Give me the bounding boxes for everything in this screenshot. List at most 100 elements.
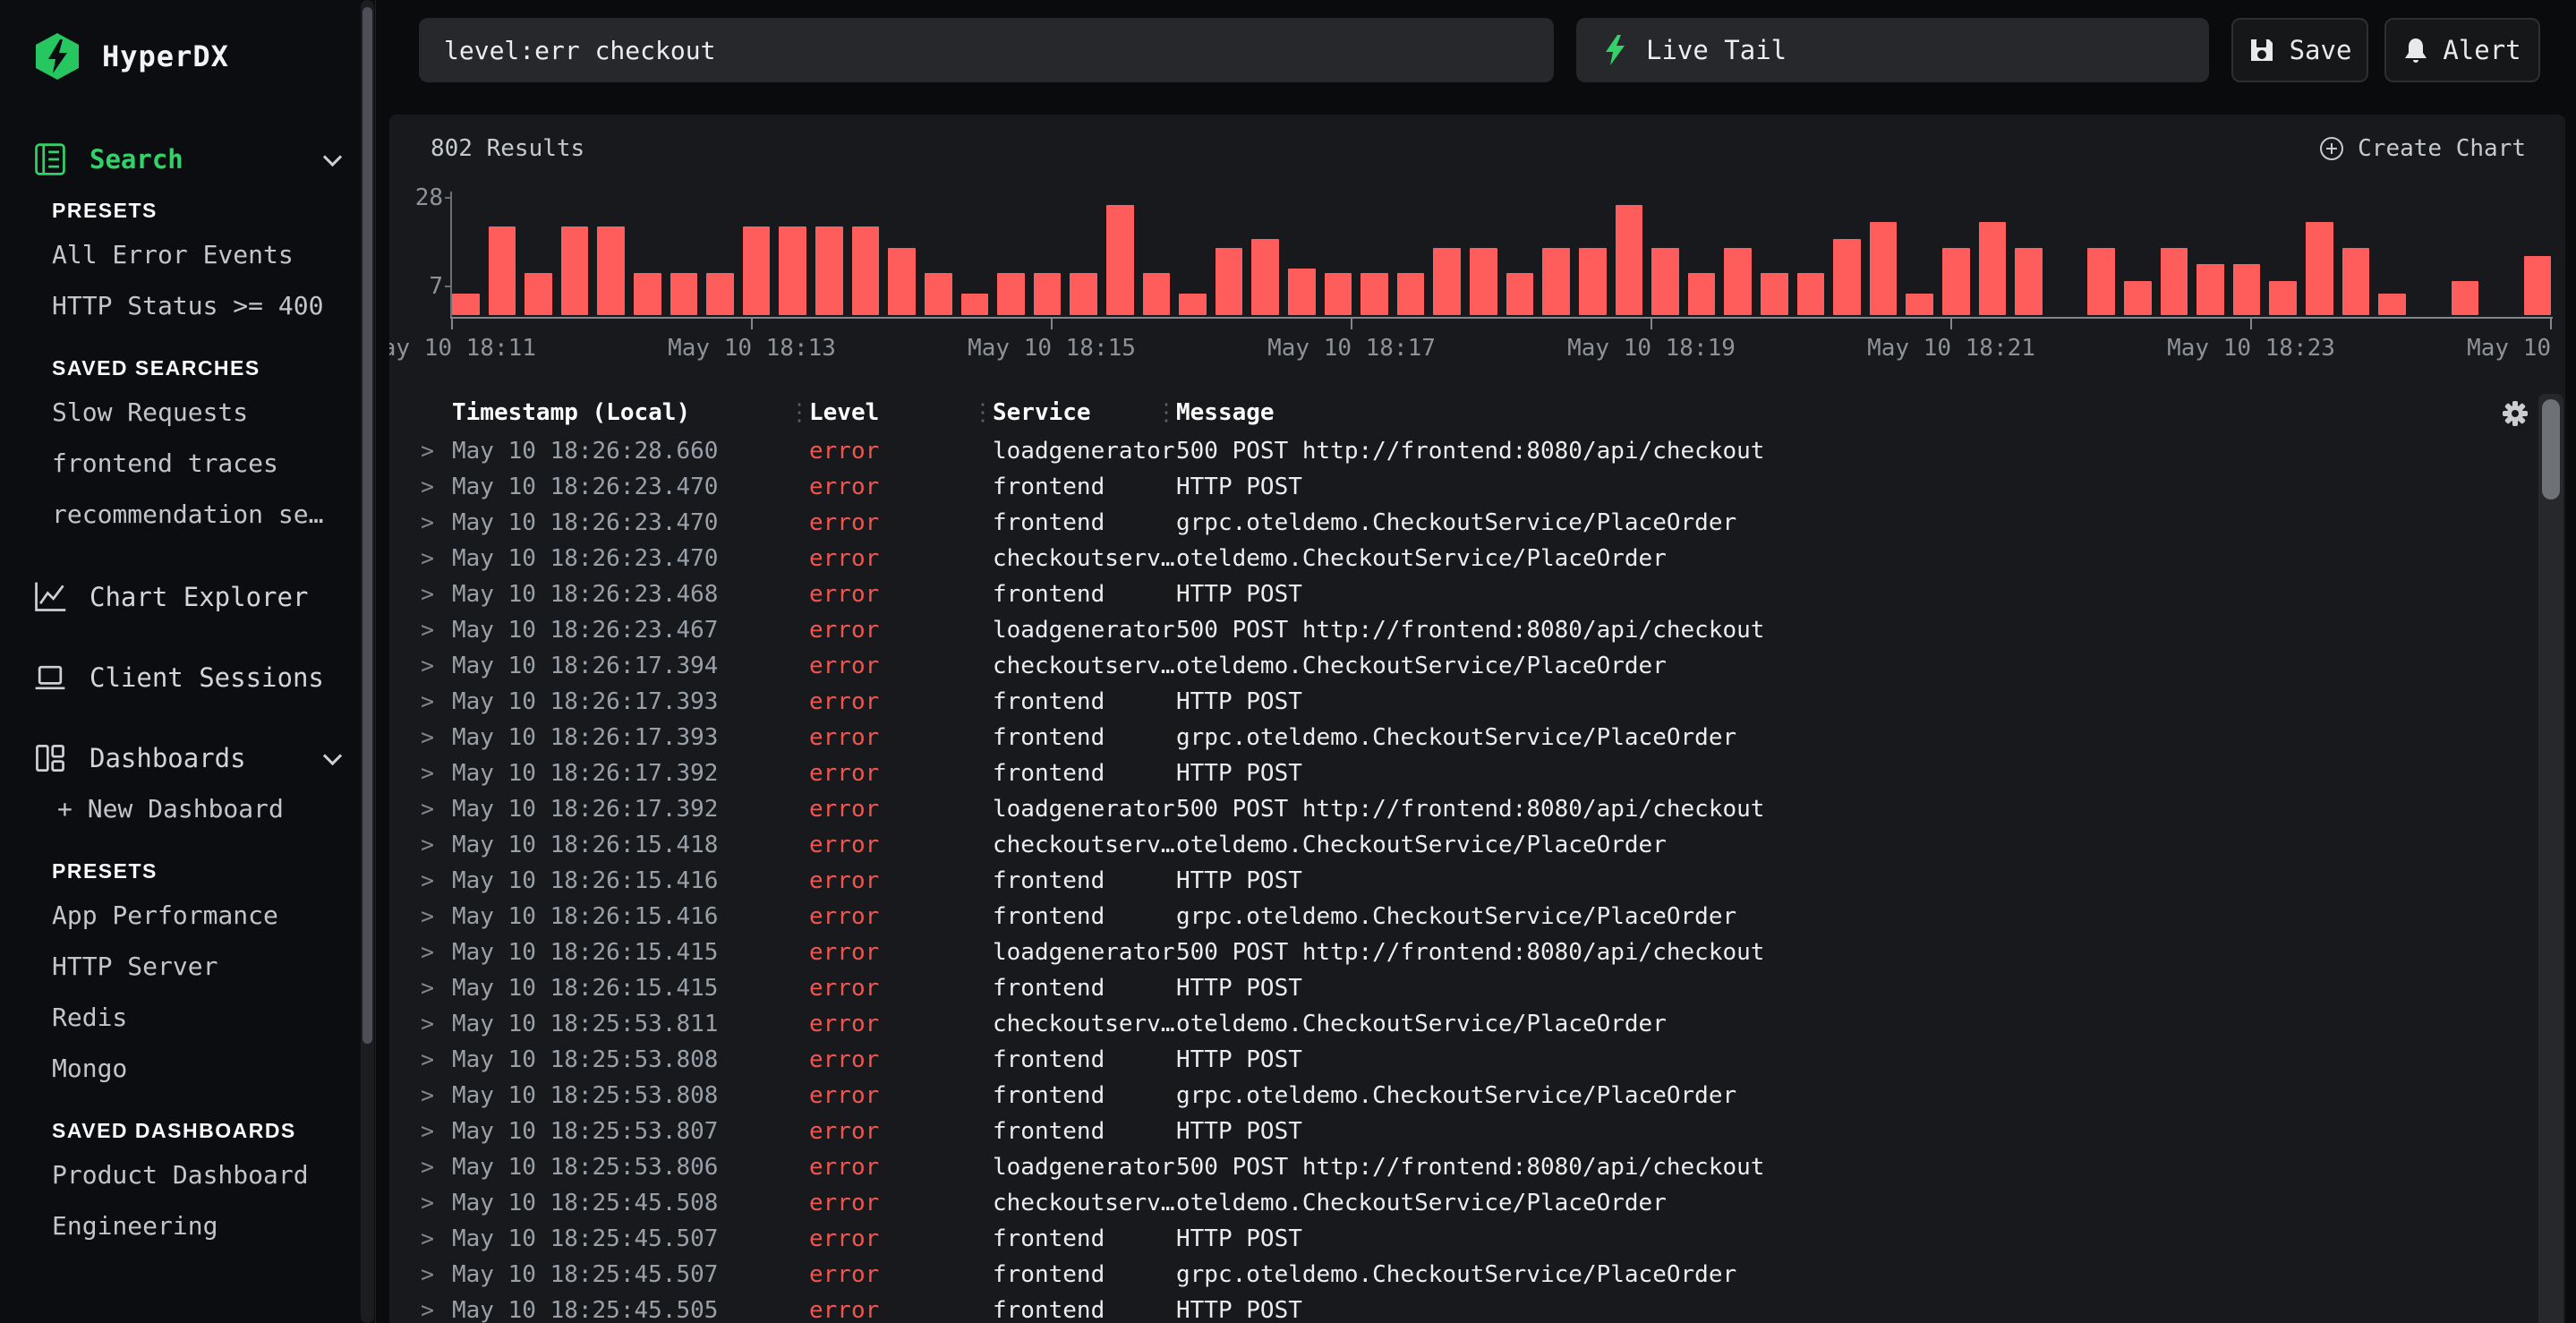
histogram-bar[interactable] xyxy=(961,294,989,315)
column-header-service[interactable]: Service xyxy=(971,399,1155,426)
table-row[interactable]: May 10 18:25:45.508 error checkoutserv… … xyxy=(389,1185,2565,1221)
table-scrollbar[interactable] xyxy=(2538,394,2563,1323)
table-row[interactable]: May 10 18:26:15.415 error loadgenerator … xyxy=(389,935,2565,970)
table-row[interactable]: May 10 18:26:15.416 error frontend grpc.… xyxy=(389,899,2565,935)
table-row[interactable]: May 10 18:25:53.806 error loadgenerator … xyxy=(389,1149,2565,1185)
sidebar-item-search[interactable]: Search xyxy=(0,134,375,184)
histogram-bar[interactable] xyxy=(1616,205,1643,315)
histogram-bar[interactable] xyxy=(1034,273,1062,315)
row-expand-chevron-icon[interactable] xyxy=(421,867,452,894)
table-row[interactable]: May 10 18:26:23.470 error frontend grpc.… xyxy=(389,505,2565,541)
column-drag-icon[interactable] xyxy=(1155,399,1178,426)
table-row[interactable]: May 10 18:26:17.392 error loadgenerator … xyxy=(389,791,2565,827)
table-row[interactable]: May 10 18:26:15.418 error checkoutserv… … xyxy=(389,827,2565,863)
sidebar-item-saved-dashboard[interactable]: Product Dashboard xyxy=(0,1149,375,1200)
histogram-bar[interactable] xyxy=(1470,248,1497,315)
histogram-bar[interactable] xyxy=(2015,248,2043,315)
row-expand-chevron-icon[interactable] xyxy=(421,975,452,1002)
histogram-bar[interactable] xyxy=(743,226,771,315)
row-expand-chevron-icon[interactable] xyxy=(421,1261,452,1288)
table-row[interactable]: May 10 18:26:17.393 error frontend grpc.… xyxy=(389,720,2565,755)
table-row[interactable]: May 10 18:25:45.507 error frontend HTTP … xyxy=(389,1221,2565,1257)
histogram-bar[interactable] xyxy=(2233,264,2261,315)
row-expand-chevron-icon[interactable] xyxy=(421,1011,452,1037)
sidebar-item-preset-dashboard[interactable]: HTTP Server xyxy=(0,941,375,992)
histogram-bar[interactable] xyxy=(561,226,589,315)
row-expand-chevron-icon[interactable] xyxy=(421,509,452,536)
table-row[interactable]: May 10 18:25:45.505 error frontend HTTP … xyxy=(389,1293,2565,1323)
app-logo[interactable]: HyperDX xyxy=(32,30,375,82)
sidebar-scrollbar-thumb[interactable] xyxy=(363,7,372,1044)
sidebar-item-saved-search[interactable]: frontend traces xyxy=(0,438,375,489)
table-row[interactable]: May 10 18:25:45.507 error frontend grpc.… xyxy=(389,1257,2565,1293)
histogram-bar[interactable] xyxy=(1251,239,1279,315)
histogram-bar[interactable] xyxy=(2269,281,2297,315)
row-expand-chevron-icon[interactable] xyxy=(421,617,452,644)
histogram-bar[interactable] xyxy=(706,273,734,315)
gear-icon[interactable] xyxy=(2501,399,2529,428)
sidebar-item-preset-dashboard[interactable]: Redis xyxy=(0,992,375,1043)
row-expand-chevron-icon[interactable] xyxy=(421,474,452,500)
table-scrollbar-thumb[interactable] xyxy=(2542,399,2560,499)
histogram-bar[interactable] xyxy=(2161,248,2188,315)
histogram-bar[interactable] xyxy=(1215,248,1243,315)
table-row[interactable]: May 10 18:26:23.470 error frontend HTTP … xyxy=(389,469,2565,505)
histogram-bar[interactable] xyxy=(1979,222,2007,315)
table-row[interactable]: May 10 18:26:23.468 error frontend HTTP … xyxy=(389,576,2565,612)
histogram-bar[interactable] xyxy=(997,273,1025,315)
row-expand-chevron-icon[interactable] xyxy=(421,438,452,465)
alert-button[interactable]: Alert xyxy=(2384,18,2540,82)
histogram-bar[interactable] xyxy=(1688,273,1716,315)
row-expand-chevron-icon[interactable] xyxy=(421,1082,452,1109)
row-expand-chevron-icon[interactable] xyxy=(421,1297,452,1323)
row-expand-chevron-icon[interactable] xyxy=(421,1190,452,1216)
table-row[interactable]: May 10 18:25:53.808 error frontend HTTP … xyxy=(389,1042,2565,1078)
table-row[interactable]: May 10 18:26:15.415 error frontend HTTP … xyxy=(389,970,2565,1006)
row-expand-chevron-icon[interactable] xyxy=(421,545,452,572)
histogram-bar[interactable] xyxy=(452,294,480,315)
histogram-bar[interactable] xyxy=(1506,273,1534,315)
column-header-level[interactable]: Level xyxy=(788,399,971,426)
histogram-bar[interactable] xyxy=(1761,273,1788,315)
histogram-bar[interactable] xyxy=(1542,248,1570,315)
table-row[interactable]: May 10 18:26:17.392 error frontend HTTP … xyxy=(389,755,2565,791)
histogram-bar[interactable] xyxy=(1651,248,1679,315)
histogram-bar[interactable] xyxy=(2524,256,2552,315)
histogram-bar[interactable] xyxy=(1724,248,1752,315)
table-row[interactable]: May 10 18:26:17.393 error frontend HTTP … xyxy=(389,684,2565,720)
sidebar-item-preset-dashboard[interactable]: Mongo xyxy=(0,1043,375,1094)
histogram-bar[interactable] xyxy=(925,273,952,315)
histogram-bar[interactable] xyxy=(2306,222,2333,315)
histogram-bar[interactable] xyxy=(1361,273,1388,315)
histogram-bar[interactable] xyxy=(1325,273,1352,315)
row-expand-chevron-icon[interactable] xyxy=(421,581,452,608)
histogram-bar[interactable] xyxy=(1906,294,1933,315)
histogram-bar[interactable] xyxy=(852,226,880,315)
table-row[interactable]: May 10 18:26:15.416 error frontend HTTP … xyxy=(389,863,2565,899)
histogram-bar[interactable] xyxy=(1942,248,1970,315)
row-expand-chevron-icon[interactable] xyxy=(421,1118,452,1145)
sidebar-item-saved-search[interactable]: Slow Requests xyxy=(0,387,375,438)
row-expand-chevron-icon[interactable] xyxy=(421,939,452,966)
row-expand-chevron-icon[interactable] xyxy=(421,688,452,715)
histogram-bar[interactable] xyxy=(2452,281,2479,315)
row-expand-chevron-icon[interactable] xyxy=(421,832,452,858)
sidebar-item-preset-search[interactable]: HTTP Status >= 400 xyxy=(0,280,375,331)
table-row[interactable]: May 10 18:26:28.660 error loadgenerator … xyxy=(389,433,2565,469)
row-expand-chevron-icon[interactable] xyxy=(421,1046,452,1073)
histogram-bar[interactable] xyxy=(1143,273,1171,315)
row-expand-chevron-icon[interactable] xyxy=(421,760,452,787)
table-row[interactable]: May 10 18:25:53.808 error frontend grpc.… xyxy=(389,1078,2565,1114)
histogram-bar[interactable] xyxy=(489,226,516,315)
histogram-bar[interactable] xyxy=(1106,205,1134,315)
histogram-bar[interactable] xyxy=(1179,294,1207,315)
histogram-bar[interactable] xyxy=(2196,264,2224,315)
sidebar-item-saved-search[interactable]: recommendation se… xyxy=(0,489,375,540)
row-expand-chevron-icon[interactable] xyxy=(421,1225,452,1252)
table-row[interactable]: May 10 18:26:23.470 error checkoutserv… … xyxy=(389,541,2565,576)
sidebar-item-preset-dashboard[interactable]: App Performance xyxy=(0,890,375,941)
sidebar-item-new-dashboard[interactable]: + New Dashboard xyxy=(0,783,375,834)
histogram-bar[interactable] xyxy=(1288,269,1316,315)
row-expand-chevron-icon[interactable] xyxy=(421,653,452,679)
histogram-bar[interactable] xyxy=(2342,248,2370,315)
